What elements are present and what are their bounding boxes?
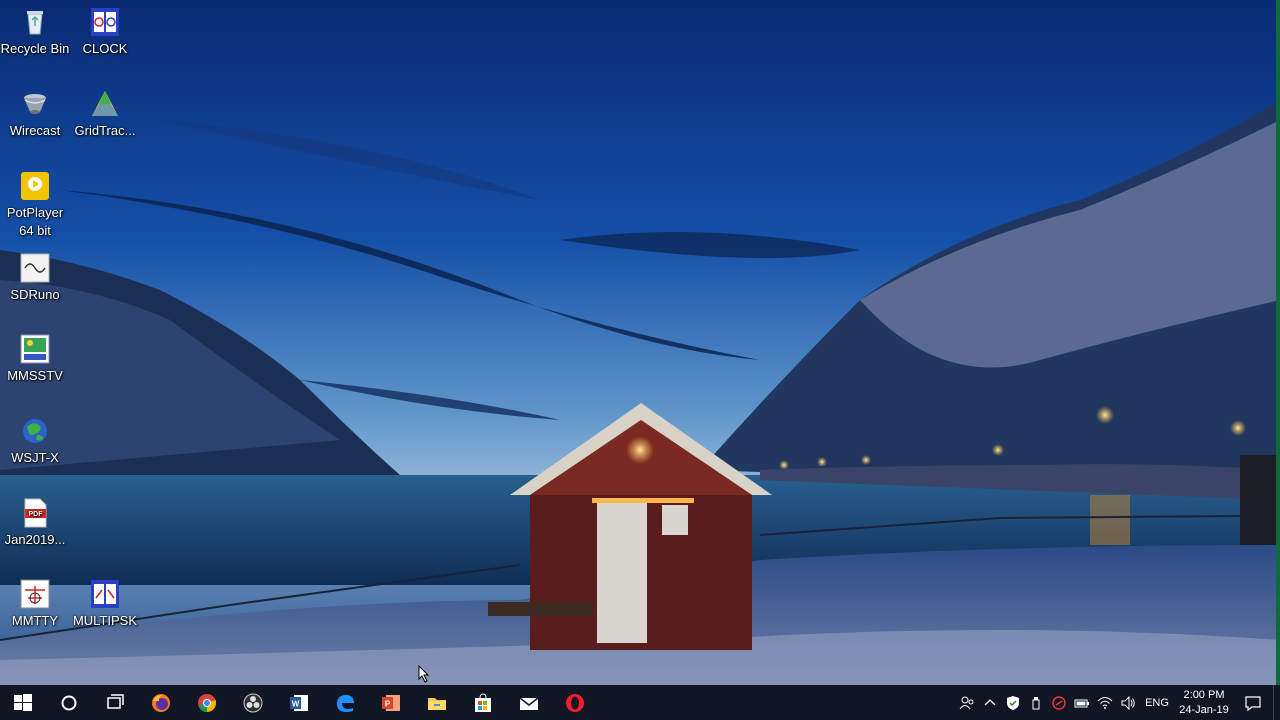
- desktop-wallpaper: [0, 0, 1280, 685]
- tray-usb-button[interactable]: [1024, 685, 1047, 720]
- input-language-indicator[interactable]: ENG: [1139, 697, 1175, 709]
- system-tray: ENG 2:00 PM 24-Jan-19: [955, 685, 1280, 720]
- start-button[interactable]: [0, 685, 46, 720]
- search-button[interactable]: [46, 685, 92, 720]
- desktop-icon-label: WSJT-X: [11, 450, 59, 465]
- windows-start-icon: [14, 693, 32, 711]
- recycle-bin-icon: [19, 6, 51, 38]
- wifi-button[interactable]: [1093, 685, 1116, 720]
- desktop-icon-label: PotPlayer 64 bit: [6, 205, 64, 238]
- desktop-icon-gridtracker[interactable]: GridTrac...: [70, 88, 140, 140]
- desktop-icon-potplayer[interactable]: PotPlayer 64 bit: [0, 170, 70, 240]
- desktop-icon-label: Recycle Bin: [0, 41, 70, 56]
- powerpoint-icon: P: [382, 694, 400, 711]
- multipsk-icon: [89, 578, 121, 610]
- desktop-icon-sdruno[interactable]: SDRuno: [0, 252, 70, 304]
- volume-button[interactable]: [1116, 685, 1139, 720]
- sdruno-icon: [19, 252, 51, 284]
- gridtracker-icon: [89, 88, 121, 120]
- opera-icon: [566, 693, 584, 712]
- opera-taskbar-button[interactable]: [552, 685, 598, 720]
- mouse-cursor-icon: [418, 665, 430, 683]
- obs-taskbar-button[interactable]: [230, 685, 276, 720]
- powerpoint-taskbar-button[interactable]: P: [368, 685, 414, 720]
- power-red-icon: [1051, 695, 1066, 710]
- show-hidden-icons-button[interactable]: [978, 685, 1001, 720]
- firefox-icon: [152, 693, 170, 712]
- cortana-search-icon: [61, 695, 77, 710]
- wifi-icon: [1097, 696, 1112, 709]
- desktop-icon-label: Wirecast: [9, 123, 61, 138]
- pdf-file-icon: PDF: [19, 497, 51, 529]
- desktop-icon-label: SDRuno: [10, 287, 60, 302]
- mail-icon: [519, 696, 539, 710]
- show-desktop-button[interactable]: [1273, 685, 1280, 720]
- edge-taskbar-button[interactable]: [322, 685, 368, 720]
- speaker-icon: [1121, 695, 1135, 710]
- battery-icon: [1074, 699, 1089, 707]
- wsjtx-icon: [19, 415, 51, 447]
- desktop-icon-multipsk[interactable]: MULTIPSK: [70, 578, 140, 630]
- wirecast-icon: [19, 88, 51, 120]
- svg-text:PDF: PDF: [29, 511, 44, 518]
- svg-text:W: W: [292, 699, 300, 708]
- word-taskbar-button[interactable]: W: [276, 685, 322, 720]
- desktop-icon-label: MMSSTV: [7, 368, 63, 383]
- desktop-icon-wirecast[interactable]: Wirecast: [0, 88, 70, 140]
- screen-edge-accent: [1276, 0, 1280, 685]
- desktop-icon-label: MMTTY: [11, 613, 59, 628]
- potplayer-icon: [19, 170, 51, 202]
- desktop-icon-mmtty[interactable]: MMTTY: [0, 578, 70, 630]
- obs-icon: [243, 693, 263, 712]
- tray-security-button[interactable]: [1001, 685, 1024, 720]
- taskbar-clock[interactable]: 2:00 PM 24-Jan-19: [1175, 688, 1233, 718]
- desktop-icon-wsjtx[interactable]: WSJT-X: [0, 415, 70, 467]
- chevron-up-icon: [984, 698, 995, 705]
- tray-app-button[interactable]: [1047, 685, 1070, 720]
- desktop-icon-label: MULTIPSK: [72, 613, 138, 628]
- svg-text:P: P: [385, 699, 391, 708]
- file-explorer-taskbar-button[interactable]: [414, 685, 460, 720]
- edge-icon: [337, 694, 354, 712]
- clock-date: 24-Jan-19: [1179, 703, 1229, 716]
- mail-taskbar-button[interactable]: [506, 685, 552, 720]
- file-explorer-icon: [428, 697, 446, 710]
- desktop-icon-label: GridTrac...: [74, 123, 136, 138]
- taskbar: W P ENG 2:00 PM 24-Jan-19: [0, 685, 1280, 720]
- chrome-taskbar-button[interactable]: [184, 685, 230, 720]
- usb-device-icon: [1032, 696, 1039, 709]
- store-icon: [475, 692, 491, 712]
- battery-button[interactable]: [1070, 685, 1093, 720]
- desktop-icon-jan2019-pdf[interactable]: PDF Jan2019...: [0, 497, 70, 549]
- desktop-icon-label: CLOCK: [82, 41, 128, 56]
- desktop-icon-recycle-bin[interactable]: Recycle Bin: [0, 6, 70, 58]
- people-icon: [959, 696, 973, 709]
- desktop-icon-clock[interactable]: CLOCK: [70, 6, 140, 58]
- mmtty-icon: [19, 578, 51, 610]
- firefox-taskbar-button[interactable]: [138, 685, 184, 720]
- clock-time: 2:00 PM: [1183, 688, 1225, 701]
- store-taskbar-button[interactable]: [460, 685, 506, 720]
- task-view-button[interactable]: [92, 685, 138, 720]
- people-button[interactable]: [955, 685, 978, 720]
- chrome-icon: [198, 693, 217, 712]
- desktop-icon-mmsstv[interactable]: MMSSTV: [0, 333, 70, 385]
- desktop-icon-label: Jan2019...: [4, 532, 66, 547]
- action-center-button[interactable]: [1233, 685, 1273, 720]
- clock-app-icon: [89, 6, 121, 38]
- word-icon: W: [290, 694, 308, 711]
- shield-icon: [1006, 695, 1019, 710]
- mmsstv-icon: [19, 333, 51, 365]
- notification-icon: [1245, 695, 1261, 711]
- task-view-icon: [107, 693, 124, 709]
